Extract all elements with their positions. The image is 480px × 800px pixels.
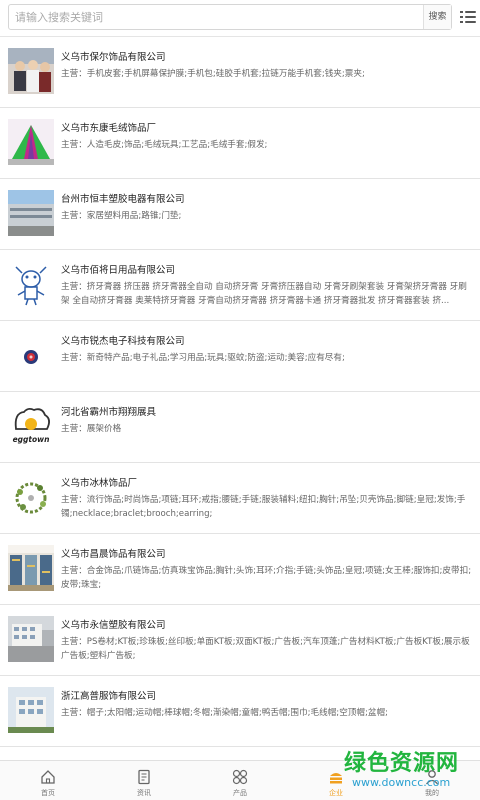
main-business-text: PS卷材;KT板;珍珠板;丝印板;单面KT板;双面KT板;广告板;汽车顶蓬;广告… <box>61 637 470 661</box>
company-name: 台州市恒丰塑胶电器有限公司 <box>61 194 185 205</box>
main-business-text: 合金饰品;爪链饰品;仿真珠宝饰品;胸针;头饰;耳环;介指;手链;头饰品;皇冠;项… <box>61 566 472 590</box>
list-item[interactable]: 义乌市永信塑胶有限公司 主营：PS卷材;KT板;珍珠板;丝印板;单面KT板;双面… <box>0 605 480 676</box>
building-icon <box>330 773 342 784</box>
main-business-label: 主营： <box>61 211 87 221</box>
main-business-text: 流行饰品;时尚饰品;项链;耳环;戒指;腰链;手链;服装辅料;纽扣;胸针;吊坠;贝… <box>61 495 466 519</box>
main-business-label: 主营： <box>61 637 87 647</box>
eggtown-logo-text: eggtown <box>13 435 50 444</box>
top-bar: 搜索 <box>0 0 480 36</box>
company-thumbnail <box>8 190 54 236</box>
main-business-label: 主营： <box>61 140 87 150</box>
main-business-label: 主营： <box>61 708 87 718</box>
company-name: 义乌市锐杰电子科技有限公司 <box>61 336 185 347</box>
main-business-text: 人造毛皮;饰品;毛绒玩具;工艺品;毛绒手套;假发; <box>86 140 268 150</box>
list-item[interactable]: 义乌市冰林饰品厂 主营：流行饰品;时尚饰品;项链;耳环;戒指;腰链;手链;服装辅… <box>0 463 480 534</box>
nav-label: 产品 <box>233 789 247 797</box>
company-thumbnail <box>8 332 54 378</box>
company-main-business: 主营：人造毛皮;饰品;毛绒玩具;工艺品;毛绒手套;假发; <box>61 138 473 152</box>
eggtown-logo: eggtown <box>8 403 54 449</box>
main-business-label: 主营： <box>61 282 87 292</box>
main-business-text: 展架价格 <box>86 424 122 434</box>
company-name: 义乌市永信塑胶有限公司 <box>61 620 166 631</box>
company-main-business: 主营：PS卷材;KT板;珍珠板;丝印板;单面KT板;双面KT板;广告板;汽车顶蓬… <box>61 635 473 663</box>
nav-item-home[interactable]: 首页 <box>0 761 96 800</box>
company-main-business: 主营：新奇特产品;电子礼品;学习用品;玩具;驱蚊;防盗;运动;美容;应有尽有; <box>61 351 473 365</box>
company-list: 义乌市保尔饰品有限公司 主营：手机皮套;手机屏幕保护膜;手机包;硅胶手机套;拉链… <box>0 37 480 747</box>
nav-item-products[interactable]: 产品 <box>192 761 288 800</box>
list-item[interactable]: 义乌市保尔饰品有限公司 主营：手机皮套;手机屏幕保护膜;手机包;硅胶手机套;拉链… <box>0 37 480 108</box>
list-item[interactable]: 浙江高普服饰有限公司 主营：帽子;太阳帽;运动帽;棒球帽;冬帽;渐染帽;童帽;鸭… <box>0 676 480 747</box>
company-main-business: 主营：挤牙膏器 挤压器 挤牙膏器全自动 自动挤牙膏 牙膏挤压器自动 牙膏牙刷架套… <box>61 280 473 308</box>
company-name: 义乌市昌晨饰品有限公司 <box>61 549 166 560</box>
main-business-label: 主营： <box>61 69 87 79</box>
company-main-business: 主营：流行饰品;时尚饰品;项链;耳环;戒指;腰链;手链;服装辅料;纽扣;胸针;吊… <box>61 493 473 521</box>
company-thumbnail <box>8 616 54 662</box>
main-business-text: 家居塑料用品;路锥;门垫; <box>86 211 182 221</box>
list-item[interactable]: 义乌市昌晨饰品有限公司 主营：合金饰品;爪链饰品;仿真珠宝饰品;胸针;头饰;耳环… <box>0 534 480 605</box>
search-button[interactable]: 搜索 <box>423 5 451 29</box>
watermark: 绿色资源网 www.downcc.com <box>344 745 474 795</box>
company-thumbnail <box>8 474 54 520</box>
watermark-url: www.downcc.com <box>352 776 451 789</box>
company-main-business: 主营：手机皮套;手机屏幕保护膜;手机包;硅胶手机套;拉链万能手机套;钱夹;票夹; <box>61 67 473 81</box>
grid-icon <box>232 769 248 785</box>
watermark-title: 绿色资源网 <box>344 751 460 776</box>
company-name: 义乌市东康毛绒饰品厂 <box>61 123 157 134</box>
list-item[interactable]: 台州市恒丰塑胶电器有限公司 主营：家居塑料用品;路锥;门垫; <box>0 179 480 250</box>
nav-item-news[interactable]: 资讯 <box>96 761 192 800</box>
company-thumbnail <box>8 119 54 165</box>
main-business-text: 手机皮套;手机屏幕保护膜;手机包;硅胶手机套;拉链万能手机套;钱夹;票夹; <box>86 69 365 79</box>
list-item[interactable]: eggtown 河北省霸州市翔翔展具 主营：展架价格 <box>0 392 480 463</box>
company-thumbnail <box>8 687 54 733</box>
search-box: 搜索 <box>8 4 452 30</box>
company-main-business: 主营：家居塑料用品;路锥;门垫; <box>61 209 473 223</box>
company-name: 义乌市保尔饰品有限公司 <box>61 52 166 63</box>
main-business-text: 新奇特产品;电子礼品;学习用品;玩具;驱蚊;防盗;运动;美容;应有尽有; <box>86 353 345 363</box>
news-icon <box>138 769 150 785</box>
list-menu-icon[interactable] <box>459 8 477 26</box>
main-business-label: 主营： <box>61 353 87 363</box>
list-item[interactable]: 义乌市佰将日用品有限公司 主营：挤牙膏器 挤压器 挤牙膏器全自动 自动挤牙膏 牙… <box>0 250 480 321</box>
list-item[interactable]: 义乌市东康毛绒饰品厂 主营：人造毛皮;饰品;毛绒玩具;工艺品;毛绒手套;假发; <box>0 108 480 179</box>
main-business-text: 帽子;太阳帽;运动帽;棒球帽;冬帽;渐染帽;童帽;鸭舌帽;围巾;毛线帽;空顶帽;… <box>86 708 388 718</box>
main-business-label: 主营： <box>61 495 87 505</box>
company-name: 浙江高普服饰有限公司 <box>61 691 157 702</box>
company-name: 义乌市佰将日用品有限公司 <box>61 265 176 276</box>
company-thumbnail <box>8 545 54 591</box>
company-main-business: 主营：合金饰品;爪链饰品;仿真珠宝饰品;胸针;头饰;耳环;介指;手链;头饰品;皇… <box>61 564 473 592</box>
main-business-text: 挤牙膏器 挤压器 挤牙膏器全自动 自动挤牙膏 牙膏挤压器自动 牙膏牙刷架套装 牙… <box>61 282 467 306</box>
nav-label: 首页 <box>41 789 55 797</box>
company-name: 河北省霸州市翔翔展具 <box>61 407 157 418</box>
company-main-business: 主营：展架价格 <box>61 422 473 436</box>
home-icon <box>41 770 55 784</box>
main-business-label: 主营： <box>61 424 87 434</box>
main-business-label: 主营： <box>61 566 87 576</box>
nav-label: 资讯 <box>137 789 151 797</box>
company-main-business: 主营：帽子;太阳帽;运动帽;棒球帽;冬帽;渐染帽;童帽;鸭舌帽;围巾;毛线帽;空… <box>61 706 473 720</box>
company-thumbnail <box>8 48 54 94</box>
search-input[interactable] <box>15 8 419 26</box>
company-thumbnail <box>8 261 54 307</box>
company-name: 义乌市冰林饰品厂 <box>61 478 138 489</box>
list-item[interactable]: 义乌市锐杰电子科技有限公司 主营：新奇特产品;电子礼品;学习用品;玩具;驱蚊;防… <box>0 321 480 392</box>
